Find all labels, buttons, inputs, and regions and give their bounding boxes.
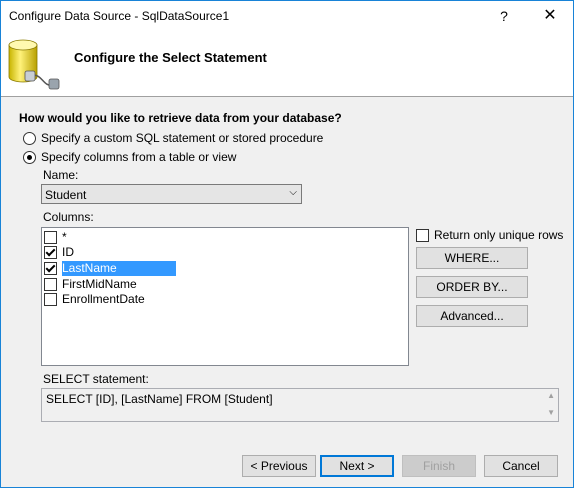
- columns-label: Columns:: [43, 210, 94, 224]
- select-statement-text: SELECT [ID], [LastName] FROM [Student]: [46, 392, 273, 406]
- column-checkbox[interactable]: [44, 231, 57, 244]
- custom-sql-radio[interactable]: [23, 131, 36, 145]
- column-label: FirstMidName: [62, 277, 137, 291]
- database-plug-icon: [8, 39, 60, 90]
- column-item-star[interactable]: *: [44, 230, 69, 245]
- configure-data-source-dialog: Configure Data Source - SqlDataSource1 ?…: [0, 0, 574, 488]
- advanced-button[interactable]: Advanced...: [416, 305, 528, 327]
- finish-button[interactable]: Finish: [402, 455, 476, 477]
- previous-button[interactable]: < Previous: [242, 455, 316, 477]
- title-bar: Configure Data Source - SqlDataSource1 ?…: [1, 1, 573, 32]
- table-name-select[interactable]: Student ⌵: [41, 184, 302, 204]
- column-label: EnrollmentDate: [62, 292, 145, 306]
- column-item-firstmidname[interactable]: FirstMidName: [44, 277, 139, 292]
- column-checkbox[interactable]: [44, 262, 57, 275]
- wizard-header: Configure the Select Statement: [1, 32, 573, 97]
- columns-list[interactable]: * ID LastName FirstMidName EnrollmentDat…: [41, 227, 409, 366]
- scroll-up-icon[interactable]: ▲: [547, 391, 555, 400]
- retrieve-question: How would you like to retrieve data from…: [19, 111, 342, 125]
- column-item-lastname[interactable]: LastName: [44, 261, 176, 276]
- where-button[interactable]: WHERE...: [416, 247, 528, 269]
- column-label: LastName: [62, 261, 176, 276]
- table-columns-radio[interactable]: [23, 150, 36, 164]
- unique-rows-option[interactable]: Return only unique rows: [416, 228, 563, 242]
- column-checkbox[interactable]: [44, 293, 57, 306]
- column-item-enrollmentdate[interactable]: EnrollmentDate: [44, 292, 147, 307]
- table-columns-option[interactable]: Specify columns from a table or view: [23, 150, 236, 164]
- cancel-button[interactable]: Cancel: [484, 455, 558, 477]
- select-statement-label: SELECT statement:: [43, 372, 149, 386]
- table-columns-label: Specify columns from a table or view: [41, 150, 237, 164]
- unique-rows-label: Return only unique rows: [434, 228, 564, 242]
- custom-sql-label: Specify a custom SQL statement or stored…: [41, 131, 324, 145]
- column-checkbox[interactable]: [44, 278, 57, 291]
- column-checkbox[interactable]: [44, 246, 57, 259]
- column-item-id[interactable]: ID: [44, 245, 76, 260]
- chevron-down-icon: ⌵: [289, 187, 297, 198]
- window-title: Configure Data Source - SqlDataSource1: [9, 9, 230, 23]
- close-button[interactable]: ✕: [527, 1, 573, 32]
- table-name-value: Student: [45, 188, 87, 202]
- unique-rows-checkbox[interactable]: [416, 228, 429, 242]
- column-label: ID: [62, 245, 74, 259]
- order-by-button[interactable]: ORDER BY...: [416, 276, 528, 298]
- name-label: Name:: [43, 168, 79, 182]
- scroll-down-icon[interactable]: ▼: [547, 408, 555, 417]
- select-statement-box[interactable]: SELECT [ID], [LastName] FROM [Student] ▲…: [41, 388, 559, 422]
- help-button[interactable]: ?: [481, 1, 527, 32]
- next-button[interactable]: Next >: [320, 455, 394, 477]
- column-label: *: [62, 230, 67, 244]
- page-title: Configure the Select Statement: [74, 50, 267, 65]
- custom-sql-option[interactable]: Specify a custom SQL statement or stored…: [23, 131, 323, 145]
